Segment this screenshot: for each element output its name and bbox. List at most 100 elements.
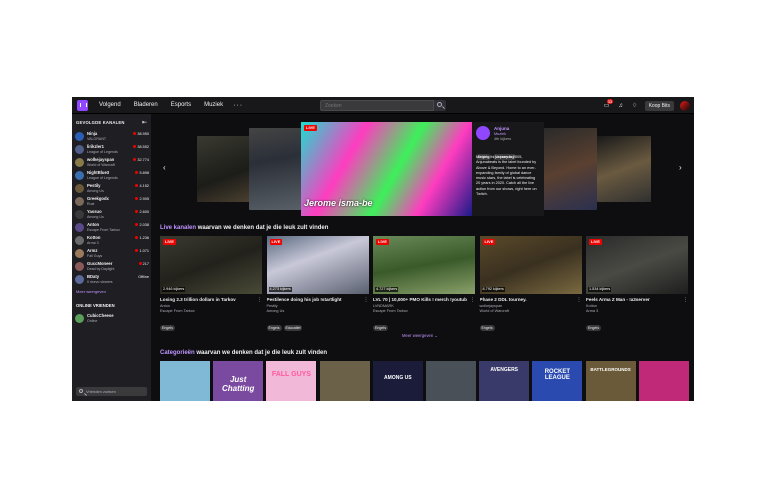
carousel-prev-icon[interactable]: ‹	[163, 163, 166, 172]
live-badge: LIVE	[589, 239, 602, 245]
live-badge: LIVE	[304, 125, 317, 131]
stream-thumbnail[interactable]: LIVE 4.273 kijkers	[266, 236, 369, 294]
more-options-icon[interactable]: ⋮	[470, 297, 475, 303]
category-card[interactable]: AMONG US	[372, 361, 423, 401]
stream-title[interactable]: Phase 2 DDL tourney.	[480, 297, 574, 302]
notifications-icon[interactable]: ♫	[617, 102, 625, 110]
more-options-icon[interactable]: ⋮	[577, 297, 582, 303]
heading-highlight[interactable]: Live kanalen	[160, 225, 196, 231]
carousel-thumb[interactable]	[543, 128, 597, 210]
game-name[interactable]: Escape From Tarkov	[373, 309, 408, 313]
show-more-link[interactable]: Meer weergeven	[76, 289, 106, 294]
sidebar-channel-item[interactable]: lirikzler1 League of Legends 38.552	[75, 144, 149, 156]
category-card[interactable]: ROCKET LEAGUE	[532, 361, 583, 401]
game-name[interactable]: Escape From Tarkov	[160, 309, 195, 313]
sidebar-channel-item[interactable]: Greekgodx Rust 2.905	[75, 196, 149, 208]
sidebar-channel-item[interactable]: wolkejayspan World of Warcraft 32.774	[75, 157, 149, 169]
category-card[interactable]	[160, 361, 210, 401]
heading-highlight[interactable]: Categorieën	[160, 350, 195, 356]
carousel-next-icon[interactable]: ›	[679, 163, 682, 172]
stream-card[interactable]: LIVE 2.946 kijkers Losing 2.3 trillion dol…	[160, 236, 262, 331]
search-button[interactable]	[434, 100, 446, 111]
stream-thumbnail[interactable]: LIVE 2.946 kijkers	[160, 236, 262, 294]
channel-game: League of Legends	[87, 149, 118, 154]
friend-item[interactable]: CubicCheese Online	[75, 313, 149, 325]
nav-esports[interactable]: Esports	[171, 102, 191, 108]
channel-game: League of Legends	[87, 175, 118, 180]
more-options-icon[interactable]: ⋮	[364, 297, 369, 303]
nav-music[interactable]: Muziek	[204, 102, 223, 108]
inbox-icon[interactable]: ▭ 33	[603, 98, 614, 110]
stream-title[interactable]: Feels Arma Z Man - !a3server	[586, 297, 680, 302]
sidebar-channel-item[interactable]: NightBlue3 League of Legends 5.898	[75, 170, 149, 182]
stream-title[interactable]: LVL 70 | 10,000+ PMO Kills ! merch !yout…	[373, 297, 467, 302]
stream-card[interactable]: LIVE 4.727 kijkers LVL 70 | 10,000+ PMO Ki…	[373, 236, 475, 331]
category-card[interactable]: FALL GUYS	[266, 361, 317, 401]
tag[interactable]: Educatief	[283, 325, 303, 331]
viewer-count: Offline	[138, 275, 149, 279]
featured-stream-video[interactable]: LIVE Jerome isma-be	[301, 122, 472, 216]
more-menu-icon[interactable]: ···	[233, 102, 243, 109]
channel-game: World of Warcraft	[87, 162, 115, 167]
sidebar-channel-item[interactable]: GuccMoneer Dead by Daylight 217	[75, 261, 149, 273]
carousel-thumb[interactable]	[197, 136, 251, 202]
sidebar-channel-item[interactable]: Yassuo Among Us 2.600	[75, 209, 149, 221]
live-dot-icon	[133, 158, 137, 161]
more-options-icon[interactable]: ⋮	[683, 297, 688, 303]
sidebar-channel-item[interactable]: BDaty Il ricevo viewers Offline	[75, 274, 149, 286]
featured-viewers: 4th kijkers	[494, 137, 512, 141]
stream-thumbnail[interactable]: LIVE 4.727 kijkers	[373, 236, 475, 294]
nav-following[interactable]: Volgend	[99, 102, 121, 108]
avatar[interactable]	[476, 126, 490, 140]
friend-search-input[interactable]: Vrienden zoeken	[76, 387, 147, 396]
viewer-count: 2.946 kijkers	[162, 287, 186, 292]
category-card[interactable]	[319, 361, 370, 401]
sidebar-channel-item[interactable]: Armz Fall Guys 1.071	[75, 248, 149, 260]
channel-name[interactable]: Pestily	[267, 304, 278, 308]
category-card[interactable]: BATTLEGROUNDS	[585, 361, 636, 401]
game-name[interactable]: Among Us	[267, 309, 285, 313]
category-card[interactable]	[638, 361, 689, 401]
stream-card[interactable]: LIVE 8.792 kijkers Phase 2 DDL tourney. ⋮ wo…	[479, 236, 582, 331]
carousel-thumb[interactable]	[249, 128, 303, 210]
tag[interactable]: Engels	[373, 325, 388, 331]
crown-icon[interactable]: ♢	[631, 102, 639, 110]
stream-card[interactable]: LIVE 1.534 kijkers Feels Arma Z Man - !a3s…	[586, 236, 688, 331]
more-options-icon[interactable]: ⋮	[257, 297, 262, 303]
sidebar-channel-item[interactable]: Ninja VALORANT 38.950	[75, 131, 149, 143]
featured-channel-name[interactable]: Anjuna	[494, 126, 509, 131]
category-card[interactable]: AVENGERS	[479, 361, 530, 401]
user-avatar[interactable]	[680, 100, 690, 111]
tag[interactable]: Engels	[479, 325, 495, 331]
channel-name[interactable]: Kotton	[586, 304, 597, 308]
sidebar-channel-item[interactable]: Pestily Among Us 4.152	[75, 183, 149, 195]
tag[interactable]: Engels	[586, 325, 601, 331]
game-name[interactable]: Arma 3	[586, 309, 598, 313]
buy-bits-button[interactable]: Koop Bits	[644, 100, 674, 111]
category-card[interactable]: Just Chatting	[213, 361, 264, 401]
game-name[interactable]: World of Warcraft	[480, 309, 509, 313]
stream-card[interactable]: LIVE 4.273 kijkers Pestilence doing his jo…	[266, 236, 369, 331]
channel-name[interactable]: wolkejayspan	[480, 304, 503, 308]
twitch-logo-icon[interactable]	[77, 99, 88, 111]
category-card[interactable]	[426, 361, 476, 401]
tag[interactable]: Engels	[160, 325, 175, 331]
friend-search-placeholder: Vrienden zoeken	[86, 389, 116, 394]
stream-title[interactable]: Pestilence doing his job !startlight	[267, 297, 361, 302]
nav-browse[interactable]: Bladeren	[134, 102, 158, 108]
show-more-button[interactable]: Meer weergeven ⌄	[402, 333, 438, 338]
stream-thumbnail[interactable]: LIVE 8.792 kijkers	[479, 236, 582, 294]
carousel-thumb[interactable]	[597, 136, 651, 202]
featured-category[interactable]: Muziek	[494, 132, 506, 136]
sidebar-channel-item[interactable]: Anton Escape From Tarkov 2.038	[75, 222, 149, 234]
sidebar-channel-item[interactable]: Kotton Arma 3 1.236	[75, 235, 149, 247]
channel-name[interactable]: Anton	[160, 304, 170, 308]
stream-title[interactable]: Losing 2.3 trillion dollars in Tarkov	[160, 297, 254, 302]
category-label: AVENGERS	[490, 367, 519, 373]
search-input[interactable]	[320, 100, 434, 111]
viewer-count: 32.774	[133, 158, 149, 162]
collapse-sidebar-icon[interactable]: ⇤	[142, 119, 147, 126]
channel-name[interactable]: LVNDMARK	[373, 304, 394, 308]
tag[interactable]: Engels	[266, 325, 282, 331]
stream-thumbnail[interactable]: LIVE 1.534 kijkers	[586, 236, 688, 294]
